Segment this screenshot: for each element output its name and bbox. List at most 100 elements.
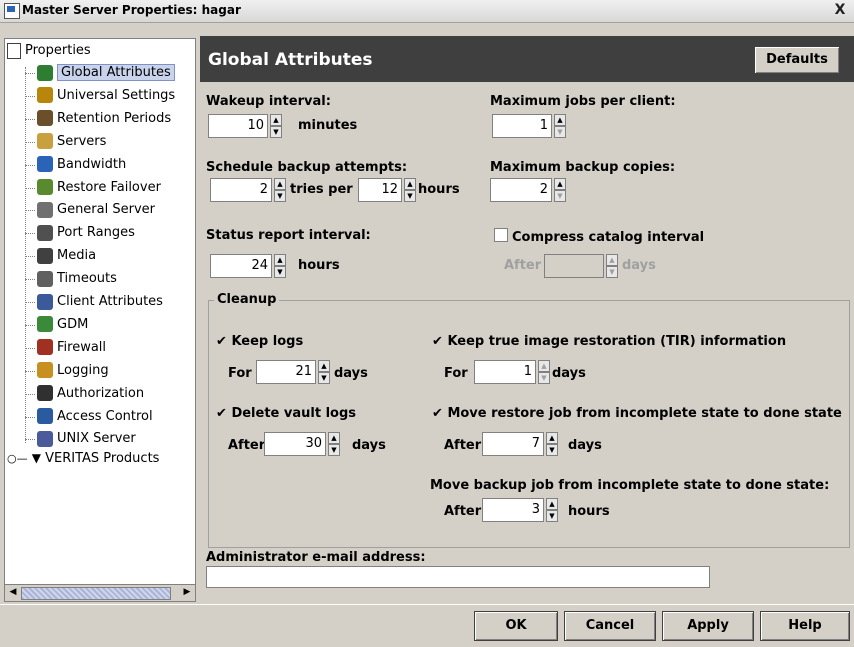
keep-logs-spinner[interactable]: ▲ ▼ bbox=[318, 360, 330, 384]
spin-down-icon[interactable]: ▼ bbox=[270, 126, 282, 138]
tree-item-servers[interactable]: Servers bbox=[37, 132, 106, 152]
ok-button[interactable]: OK bbox=[474, 611, 558, 641]
spin-down-icon[interactable]: ▼ bbox=[546, 444, 558, 456]
keep-logs-checkbox[interactable]: ✔ Keep logs bbox=[216, 334, 303, 349]
tree-root-properties[interactable]: Properties bbox=[7, 41, 91, 61]
spin-up-icon[interactable]: ▲ bbox=[538, 360, 550, 372]
spin-down-icon[interactable]: ▼ bbox=[318, 372, 330, 384]
title-bar: Master Server Properties: hagar X bbox=[0, 0, 854, 23]
tree-item-authorization[interactable]: Authorization bbox=[37, 384, 144, 404]
schedule-hours-input[interactable]: 12 bbox=[358, 178, 402, 202]
properties-tree[interactable]: Properties Global Attributes Universal Se… bbox=[4, 38, 196, 602]
server-icon bbox=[37, 133, 53, 150]
max-jobs-spinner[interactable]: ▲ ▼ bbox=[554, 114, 566, 138]
tree-connector-branch bbox=[25, 324, 35, 326]
page-title: Global Attributes bbox=[208, 50, 373, 70]
move-restore-input[interactable]: 7 bbox=[482, 432, 544, 456]
spin-down-icon[interactable]: ▼ bbox=[274, 266, 286, 278]
admin-email-input[interactable] bbox=[206, 566, 710, 588]
tree-item-general-server[interactable]: General Server bbox=[37, 200, 155, 220]
tree-item-global-attributes[interactable]: Global Attributes bbox=[37, 63, 175, 83]
delete-vault-input[interactable]: 30 bbox=[264, 432, 326, 456]
schedule-hours-spinner[interactable]: ▲ ▼ bbox=[404, 178, 416, 202]
gear-icon bbox=[37, 87, 53, 104]
move-backup-input[interactable]: 3 bbox=[482, 498, 544, 522]
spin-up-icon[interactable]: ▲ bbox=[328, 432, 340, 444]
failover-icon bbox=[37, 179, 53, 195]
tree-connector-branch bbox=[25, 279, 35, 281]
dialog-button-bar: OK Cancel Apply Help bbox=[0, 604, 854, 647]
tree-item-unix-server[interactable]: UNIX Server bbox=[37, 429, 136, 449]
status-report-input[interactable]: 24 bbox=[210, 254, 272, 278]
spin-down-icon[interactable]: ▼ bbox=[328, 444, 340, 456]
apply-button[interactable]: Apply bbox=[662, 611, 754, 641]
scroll-right-icon[interactable]: ▶ bbox=[180, 586, 194, 599]
tree-item-logging[interactable]: Logging bbox=[37, 361, 109, 381]
delete-vault-logs-checkbox[interactable]: ✔ Delete vault logs bbox=[216, 406, 356, 421]
tree-item-gdm[interactable]: GDM bbox=[37, 315, 88, 335]
scroll-thumb[interactable] bbox=[21, 587, 171, 600]
tree-connector-branch bbox=[25, 187, 35, 189]
keep-logs-input[interactable]: 21 bbox=[256, 360, 316, 384]
tree-item-restore-failover[interactable]: Restore Failover bbox=[37, 178, 161, 198]
spin-up-icon[interactable]: ▲ bbox=[274, 178, 286, 190]
close-button[interactable]: X bbox=[832, 2, 848, 18]
spin-up-icon[interactable]: ▲ bbox=[546, 432, 558, 444]
spin-down-icon[interactable]: ▼ bbox=[546, 510, 558, 522]
spin-down-icon[interactable]: ▼ bbox=[554, 190, 566, 202]
tree-item-access-control[interactable]: Access Control bbox=[37, 407, 153, 427]
port-icon bbox=[37, 224, 53, 241]
spin-down-icon[interactable]: ▼ bbox=[554, 126, 566, 138]
schedule-tries-spinner[interactable]: ▲ ▼ bbox=[274, 178, 286, 202]
compress-interval-input[interactable] bbox=[544, 254, 604, 278]
tree-item-veritas-products[interactable]: ○— ▼ VERITAS Products bbox=[7, 448, 159, 468]
keep-tir-checkbox[interactable]: ✔ Keep true image restoration (TIR) info… bbox=[432, 334, 786, 349]
defaults-button[interactable]: Defaults bbox=[754, 46, 840, 74]
tree-item-firewall[interactable]: Firewall bbox=[37, 338, 106, 358]
spin-down-icon[interactable]: ▼ bbox=[404, 190, 416, 202]
move-backup-spinner[interactable]: ▲ ▼ bbox=[546, 498, 558, 522]
compress-catalog-checkbox[interactable]: Compress catalog interval bbox=[494, 228, 704, 245]
max-jobs-input[interactable]: 1 bbox=[492, 114, 552, 138]
spin-up-icon[interactable]: ▲ bbox=[606, 254, 618, 266]
wakeup-interval-label: Wakeup interval: bbox=[206, 94, 331, 109]
spin-down-icon[interactable]: ▼ bbox=[274, 190, 286, 202]
spin-up-icon[interactable]: ▲ bbox=[404, 178, 416, 190]
tree-item-media[interactable]: Media bbox=[37, 246, 96, 266]
tree-horizontal-scrollbar[interactable]: ◀ ▶ bbox=[5, 584, 195, 601]
help-button[interactable]: Help bbox=[760, 611, 850, 641]
scroll-left-icon[interactable]: ◀ bbox=[6, 586, 20, 599]
schedule-tries-input[interactable]: 2 bbox=[210, 178, 272, 202]
tree-connector-line bbox=[25, 67, 26, 443]
properties-icon bbox=[7, 42, 21, 59]
tree-item-timeouts[interactable]: Timeouts bbox=[37, 269, 117, 289]
spin-down-icon[interactable]: ▼ bbox=[538, 372, 550, 384]
spin-up-icon[interactable]: ▲ bbox=[318, 360, 330, 372]
compress-interval-spinner[interactable]: ▲ ▼ bbox=[606, 254, 618, 278]
delete-vault-spinner[interactable]: ▲ ▼ bbox=[328, 432, 340, 456]
spin-up-icon[interactable]: ▲ bbox=[546, 498, 558, 510]
spin-up-icon[interactable]: ▲ bbox=[270, 114, 282, 126]
cancel-button[interactable]: Cancel bbox=[564, 611, 656, 641]
max-copies-spinner[interactable]: ▲ ▼ bbox=[554, 178, 566, 202]
move-restore-checkbox[interactable]: ✔ Move restore job from incomplete state… bbox=[432, 406, 842, 421]
max-copies-label: Maximum backup copies: bbox=[490, 160, 676, 175]
move-restore-spinner[interactable]: ▲ ▼ bbox=[546, 432, 558, 456]
tree-item-port-ranges[interactable]: Port Ranges bbox=[37, 223, 135, 243]
global-attributes-panel: Global Attributes Defaults Wakeup interv… bbox=[200, 36, 854, 604]
keep-tir-input[interactable]: 1 bbox=[474, 360, 536, 384]
spin-down-icon[interactable]: ▼ bbox=[606, 266, 618, 278]
keep-tir-spinner[interactable]: ▲ ▼ bbox=[538, 360, 550, 384]
wakeup-interval-spinner[interactable]: ▲ ▼ bbox=[270, 114, 282, 138]
max-copies-input[interactable]: 2 bbox=[490, 178, 552, 202]
spin-up-icon[interactable]: ▲ bbox=[274, 254, 286, 266]
schedule-attempts-label: Schedule backup attempts: bbox=[206, 160, 408, 175]
spin-up-icon[interactable]: ▲ bbox=[554, 114, 566, 126]
spin-up-icon[interactable]: ▲ bbox=[554, 178, 566, 190]
tree-item-client-attributes[interactable]: Client Attributes bbox=[37, 292, 163, 312]
tree-item-retention-periods[interactable]: Retention Periods bbox=[37, 109, 171, 129]
tree-item-universal-settings[interactable]: Universal Settings bbox=[37, 86, 175, 106]
wakeup-interval-input[interactable]: 10 bbox=[208, 114, 268, 138]
status-report-spinner[interactable]: ▲ ▼ bbox=[274, 254, 286, 278]
tree-item-bandwidth[interactable]: Bandwidth bbox=[37, 155, 126, 175]
